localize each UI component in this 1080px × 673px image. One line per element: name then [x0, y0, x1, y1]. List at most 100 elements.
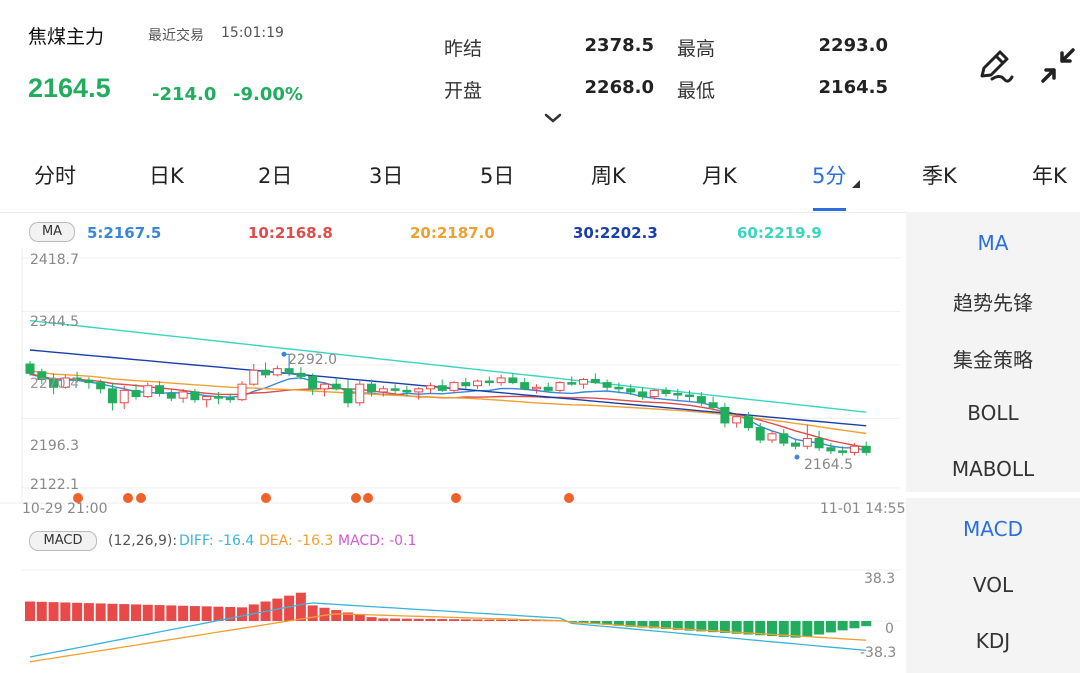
ma5-value: 5:2167.5 [87, 224, 162, 242]
candle-body [272, 368, 282, 376]
tab-2day[interactable]: 2日 [258, 160, 292, 190]
candle-body [791, 442, 801, 447]
candle [673, 388, 683, 400]
indicator-gold-strategy[interactable]: 集金策略 [906, 344, 1080, 373]
ma10-value: 10:2168.8 [248, 224, 333, 242]
tab-monthly-k[interactable]: 月K [702, 160, 737, 190]
macd-y-zero: 0 [885, 621, 894, 637]
macd-value: MACD: -0.1 [338, 533, 417, 549]
candle-body [473, 380, 483, 387]
candle [25, 360, 35, 376]
candle [802, 424, 812, 450]
prev-settle-label: 昨结 [444, 38, 483, 60]
candle [166, 388, 176, 402]
candle-body [237, 383, 247, 401]
candle-body [531, 386, 541, 390]
signal-dot [564, 493, 574, 503]
tab-quarterly-k[interactable]: 季K [922, 160, 957, 190]
candle-body [249, 369, 259, 385]
tab-5min[interactable]: 5分 [812, 160, 846, 190]
macd-bar [496, 619, 507, 621]
candle-body [626, 388, 636, 393]
candle [202, 396, 212, 408]
macd-bar [237, 607, 247, 621]
candle-body [319, 383, 329, 390]
indicator-macd[interactable]: MACD [906, 517, 1080, 541]
min-marker-dot [794, 454, 800, 460]
tab-weekly-k[interactable]: 周K [591, 160, 626, 190]
indicator-kdj[interactable]: KDJ [906, 629, 1080, 653]
candle [272, 365, 282, 377]
candle-body [555, 382, 565, 391]
tab-daily-k[interactable]: 日K [149, 160, 184, 190]
tab-5day[interactable]: 5日 [480, 160, 514, 190]
macd-bar [837, 621, 848, 631]
period-dropdown-caret-icon[interactable] [852, 180, 860, 188]
candle [425, 382, 435, 394]
candle-body [378, 388, 388, 393]
candle-body [190, 391, 200, 401]
last-trade-time: 15:01:19 [221, 25, 284, 41]
candle-body [107, 388, 117, 404]
active-tab-indicator [813, 208, 846, 211]
macd-chart[interactable] [0, 568, 906, 673]
drawing-pen-icon[interactable] [974, 46, 1014, 86]
macd-bar [849, 621, 860, 629]
indicator-maboll[interactable]: MABOLL [906, 457, 1080, 481]
macd-params: (12,26,9): [108, 533, 178, 549]
price-change-percent: -9.00% [233, 84, 303, 105]
macd-bar [378, 618, 389, 621]
macd-bar [60, 602, 71, 621]
candle-body [649, 389, 659, 398]
candle-body [602, 382, 612, 388]
macd-bar [72, 602, 83, 621]
low-label: 最低 [677, 80, 716, 102]
y-tick-2: 2344.5 [30, 314, 79, 330]
tab-yearly-k[interactable]: 年K [1032, 160, 1067, 190]
candle [131, 384, 141, 400]
candle [496, 374, 506, 386]
indicator-vol[interactable]: VOL [906, 573, 1080, 597]
macd-indicator-badge[interactable]: MACD [29, 531, 97, 551]
candle-body [355, 383, 365, 404]
macd-bar [484, 619, 495, 621]
macd-bar [48, 602, 59, 621]
macd-bar [390, 618, 401, 621]
macd-bar [354, 614, 365, 621]
candle-body [402, 389, 412, 393]
candle [343, 379, 353, 408]
candle [567, 376, 577, 386]
macd-bar [213, 606, 224, 621]
candle-body [155, 385, 165, 394]
ma20-line [29, 370, 867, 435]
macd-y-top: 38.3 [864, 571, 896, 587]
macd-diff: DIFF: -16.4 [179, 533, 255, 549]
macd-bar [25, 601, 35, 621]
tab-timeshare[interactable]: 分时 [34, 160, 76, 190]
indicator-trend-pioneer[interactable]: 趋势先锋 [906, 287, 1080, 316]
macd-bar [36, 601, 47, 621]
candle-body [331, 383, 341, 390]
indicator-boll[interactable]: BOLL [906, 401, 1080, 425]
candle-body [213, 396, 223, 399]
indicator-ma[interactable]: MA [906, 231, 1080, 255]
macd-bar [131, 604, 141, 621]
candle-body [614, 386, 624, 390]
candlestick-chart[interactable] [0, 248, 906, 523]
macd-bar [861, 621, 872, 627]
macd-bar [437, 619, 448, 621]
candle-body [637, 391, 647, 398]
x-start-label: 10-29 21:00 [22, 501, 108, 517]
candle-body [343, 388, 353, 404]
candle-body [720, 406, 730, 424]
expand-chevron-icon[interactable] [543, 111, 563, 125]
max-marker-dot [281, 351, 287, 357]
candle-body [484, 380, 494, 384]
ma-indicator-badge[interactable]: MA [29, 222, 75, 242]
y-tick-4: 2196.3 [30, 438, 79, 454]
collapse-arrows-icon[interactable] [1038, 46, 1078, 86]
macd-bar [107, 603, 118, 621]
macd-bar [166, 605, 177, 621]
tab-3day[interactable]: 3日 [369, 160, 403, 190]
candle [579, 377, 589, 389]
